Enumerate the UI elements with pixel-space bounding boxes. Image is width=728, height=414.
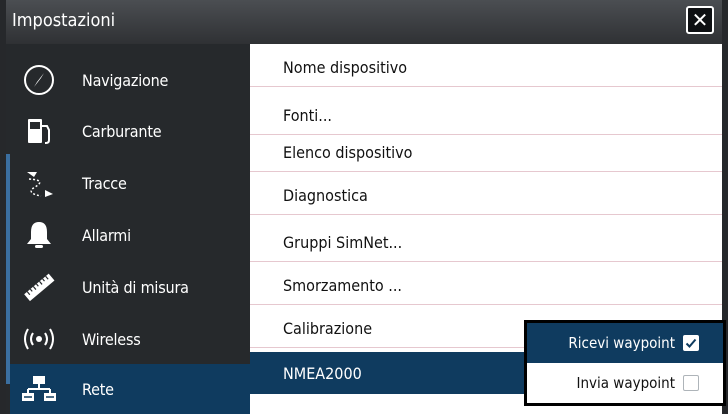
title-bar: Impostazioni ✕ (6, 0, 722, 44)
sidebar-item-carburante[interactable]: Carburante (16, 105, 250, 157)
settings-window: Impostazioni ✕ Navigazione Carburante Tr… (0, 0, 728, 414)
sidebar: Navigazione Carburante Tracce Allarmi Un… (6, 44, 250, 414)
sidebar-item-label: Unità di misura (82, 277, 189, 297)
sidebar-item-navigazione[interactable]: Navigazione (16, 54, 250, 106)
tracks-icon (16, 163, 62, 203)
popup-item-label: Ricevi waypoint (568, 334, 675, 352)
list-item-fonti[interactable]: Fonti... (250, 97, 722, 135)
list-item-smorzamento[interactable]: Smorzamento ... (250, 267, 722, 305)
popup-item-label: Invia waypoint (576, 374, 675, 392)
fuel-pump-icon (16, 111, 62, 151)
list-item-elenco-dispositivo[interactable]: Elenco dispositivo (250, 134, 722, 172)
sidebar-item-unita-di-misura[interactable]: Unità di misura (16, 261, 250, 313)
network-icon (16, 369, 62, 409)
ruler-icon (16, 267, 62, 307)
checkmark-icon (685, 338, 697, 348)
sidebar-item-label: Rete (82, 379, 114, 399)
sidebar-scrollbar[interactable] (6, 154, 10, 384)
close-button[interactable]: ✕ (686, 6, 714, 34)
window-title: Impostazioni (12, 10, 116, 31)
sidebar-item-tracce[interactable]: Tracce (16, 157, 250, 209)
nmea2000-popup-menu: Ricevi waypoint Invia waypoint (524, 320, 726, 406)
bell-icon (16, 215, 62, 255)
popup-item-ricevi-waypoint[interactable]: Ricevi waypoint (527, 323, 723, 363)
sidebar-item-label: Tracce (82, 173, 127, 193)
popup-item-invia-waypoint[interactable]: Invia waypoint (527, 363, 723, 403)
ricevi-waypoint-checkbox[interactable] (683, 335, 699, 351)
sidebar-item-wireless[interactable]: Wireless (16, 313, 250, 365)
sidebar-item-rete[interactable]: Rete (10, 364, 250, 414)
sidebar-item-label: Allarmi (82, 225, 131, 245)
compass-icon (16, 60, 62, 100)
invia-waypoint-checkbox[interactable] (683, 375, 699, 391)
sidebar-item-label: Wireless (82, 329, 141, 349)
wireless-icon (16, 319, 62, 359)
sidebar-item-label: Navigazione (82, 70, 169, 90)
sidebar-item-allarmi[interactable]: Allarmi (16, 209, 250, 261)
sidebar-item-label: Carburante (82, 121, 162, 141)
list-item-gruppi-simnet[interactable]: Gruppi SimNet... (250, 224, 722, 262)
list-item-diagnostica[interactable]: Diagnostica (250, 177, 722, 215)
list-item-nome-dispositivo[interactable]: Nome dispositivo (250, 49, 722, 87)
